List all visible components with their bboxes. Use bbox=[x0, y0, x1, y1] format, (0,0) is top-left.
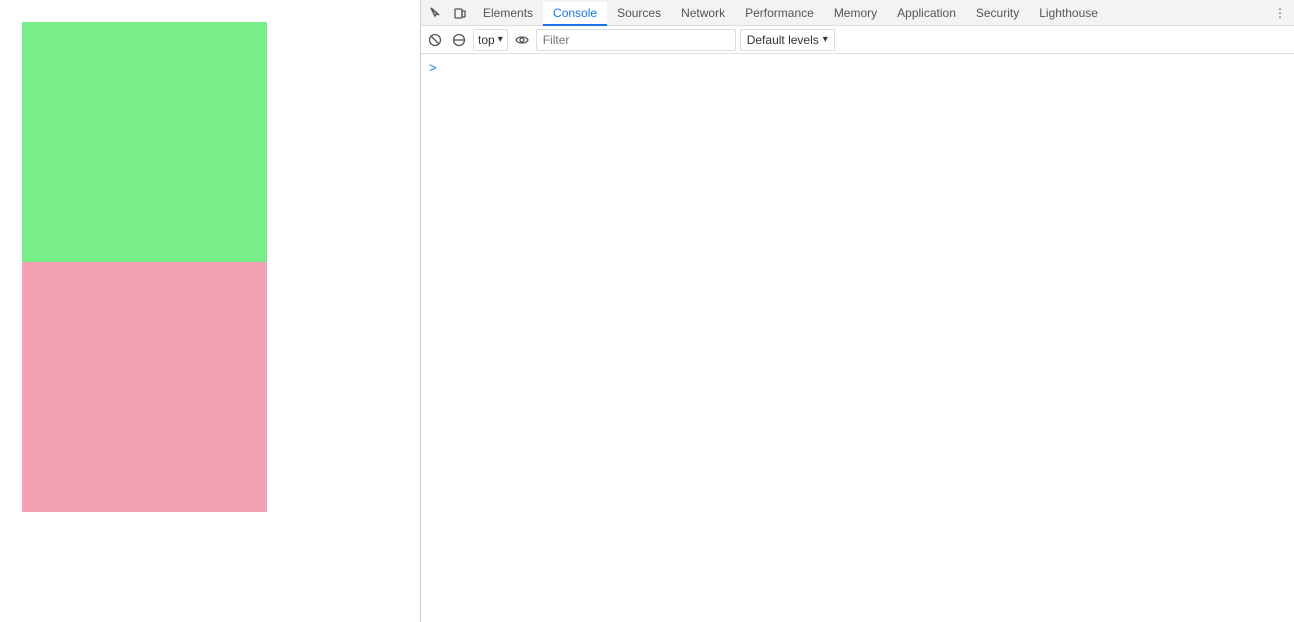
device-toggle-button[interactable] bbox=[449, 2, 471, 24]
levels-chevron-icon: ▾ bbox=[823, 34, 828, 45]
tab-memory[interactable]: Memory bbox=[824, 2, 887, 26]
webpage-preview bbox=[0, 0, 420, 622]
tab-performance[interactable]: Performance bbox=[735, 2, 824, 26]
main-layout: Elements Console Sources Network Perform… bbox=[0, 0, 1294, 622]
pink-box bbox=[22, 262, 267, 512]
context-chevron-icon: ▾ bbox=[498, 34, 503, 45]
devtools-panel: Elements Console Sources Network Perform… bbox=[420, 0, 1294, 622]
levels-label: Default levels bbox=[747, 33, 819, 47]
levels-selector[interactable]: Default levels ▾ bbox=[740, 29, 835, 51]
more-tabs-button[interactable]: ⋮ bbox=[1270, 6, 1290, 20]
tab-console[interactable]: Console bbox=[543, 2, 607, 26]
console-prompt[interactable]: > bbox=[421, 58, 1294, 77]
prompt-symbol: > bbox=[429, 60, 437, 75]
filter-input[interactable] bbox=[536, 29, 736, 51]
tab-sources[interactable]: Sources bbox=[607, 2, 671, 26]
tab-elements[interactable]: Elements bbox=[473, 2, 543, 26]
context-selector[interactable]: top ▾ bbox=[473, 29, 508, 51]
eye-button[interactable] bbox=[512, 30, 532, 50]
inspect-element-button[interactable] bbox=[425, 2, 447, 24]
console-toolbar: top ▾ Default levels ▾ bbox=[421, 26, 1294, 54]
tab-network[interactable]: Network bbox=[671, 2, 735, 26]
block-button[interactable] bbox=[449, 30, 469, 50]
green-box bbox=[22, 22, 267, 262]
context-value: top bbox=[478, 33, 495, 47]
console-output[interactable]: > bbox=[421, 54, 1294, 622]
tab-application[interactable]: Application bbox=[887, 2, 966, 26]
clear-console-button[interactable] bbox=[425, 30, 445, 50]
tab-security[interactable]: Security bbox=[966, 2, 1029, 26]
tab-lighthouse[interactable]: Lighthouse bbox=[1029, 2, 1108, 26]
devtools-top-toolbar: Elements Console Sources Network Perform… bbox=[421, 0, 1294, 26]
